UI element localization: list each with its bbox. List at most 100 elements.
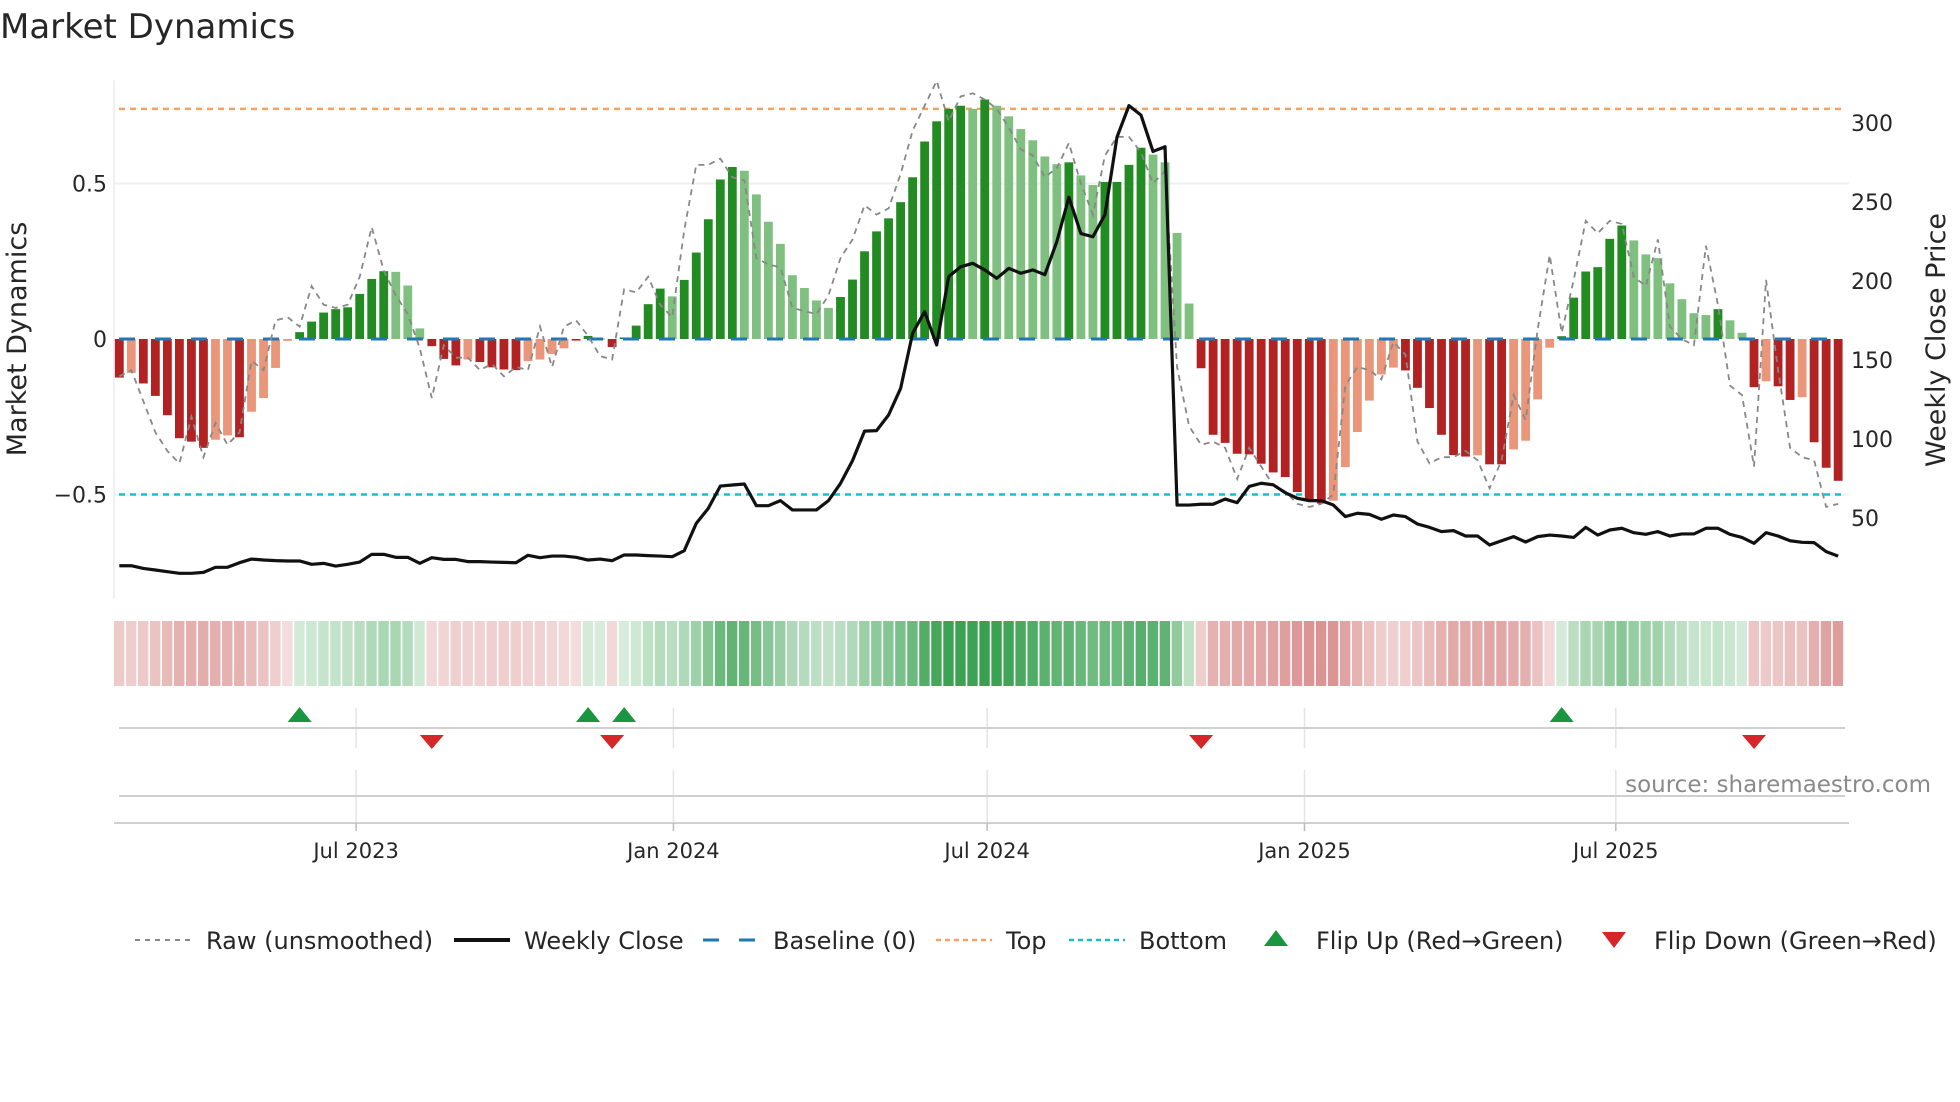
dynamics-bar <box>1352 339 1362 432</box>
dynamics-bar <box>379 271 389 339</box>
dynamics-bar <box>547 339 557 354</box>
dynamics-bar <box>1617 225 1627 339</box>
heat-strip-cell <box>546 621 558 686</box>
dynamics-bar <box>691 252 701 339</box>
y2-tick-label: 150 <box>1851 349 1893 374</box>
heat-strip-cell <box>438 621 449 686</box>
dynamics-bar <box>884 218 893 339</box>
heat-strip-cell <box>1339 621 1351 686</box>
heat-strip-cell <box>1460 621 1471 686</box>
heat-strip-cell <box>1388 621 1399 686</box>
heat-strip-cell <box>1111 621 1122 686</box>
dynamics-bar <box>932 121 942 339</box>
dynamics-bar <box>751 194 761 339</box>
heat-strip-cell <box>979 621 990 686</box>
dynamics-bar <box>968 108 978 339</box>
dynamics-bar <box>824 307 833 339</box>
dynamics-bar <box>511 339 521 371</box>
source-credit: source: sharemaestro.com <box>1625 772 1931 798</box>
heat-strip-cell <box>113 621 125 686</box>
dynamics-bar <box>1677 299 1687 339</box>
heat-strip-cell <box>1303 621 1315 686</box>
flip-down-marker <box>419 735 444 749</box>
dynamics-bar <box>114 339 124 378</box>
heat-strip-cell <box>161 621 173 686</box>
heat-strip-cell <box>943 621 954 686</box>
dynamics-bar <box>872 231 881 339</box>
heat-strip-cell <box>835 621 846 686</box>
legend-label: Flip Down (Green→Red) <box>1654 927 1937 955</box>
heat-strip-cell <box>919 621 930 686</box>
heat-strip-cell <box>1159 621 1171 686</box>
dynamics-bar <box>463 339 473 360</box>
dynamics-bar <box>223 339 232 436</box>
heat-strip-cell <box>823 621 834 686</box>
dynamics-bar <box>1449 339 1458 456</box>
heat-strip-cell <box>1796 621 1808 686</box>
heat-strip-cell <box>1628 621 1639 686</box>
dynamics-bar <box>499 339 509 370</box>
heat-strip-cell <box>149 621 161 686</box>
heat-strip-cell <box>246 621 257 686</box>
heat-strip-cell <box>967 621 978 686</box>
dynamics-bar <box>1437 339 1446 435</box>
dynamics-bar <box>848 279 857 339</box>
heat-strip-cell <box>1688 621 1699 686</box>
dynamics-bar <box>956 105 966 339</box>
heat-strip-cell <box>1724 621 1735 686</box>
heat-strip-cell <box>1376 621 1387 686</box>
flip-down-marker <box>1742 735 1767 749</box>
dynamics-bar <box>1689 313 1699 339</box>
dynamics-bar <box>571 339 581 341</box>
y2-tick-label: 50 <box>1851 507 1879 532</box>
dynamics-bar <box>739 170 749 339</box>
heat-strip-cell <box>582 621 594 686</box>
heat-strip-cell <box>1039 621 1050 686</box>
right-y-ticks: 300 250 200 150 100 50 <box>1851 112 1893 532</box>
heat-strip-cell <box>606 621 618 686</box>
heat-strip-cell <box>1123 621 1134 686</box>
y2-tick-label: 250 <box>1851 191 1893 216</box>
legend: Raw (unsmoothed) Weekly Close Baseline (0)… <box>135 927 1937 955</box>
heat-strip-cell <box>1291 621 1303 686</box>
heat-strip-cell <box>1604 621 1615 686</box>
dynamics-bar <box>367 278 377 339</box>
heat-strip-cell <box>462 621 473 686</box>
heat-strip-cell <box>1616 621 1627 686</box>
dynamics-bar <box>1797 339 1807 398</box>
dynamics-bar <box>944 108 954 339</box>
heat-strip-cell <box>991 621 1002 686</box>
y-tick-label: 0.5 <box>72 173 107 198</box>
heat-strip-cell <box>1832 621 1844 686</box>
bar-series <box>114 99 1843 504</box>
dynamics-bar <box>1016 129 1026 339</box>
dynamics-bar <box>1148 154 1158 339</box>
legend-label: Top <box>1005 927 1047 955</box>
heat-strip-cell <box>234 621 245 686</box>
dynamics-bar <box>1389 339 1398 368</box>
heat-strip-cell <box>1544 621 1555 686</box>
heat-strip-cell <box>1400 621 1411 686</box>
heat-strip-cell <box>762 621 774 686</box>
heat-strip-cell <box>294 621 305 686</box>
heat-strip-cell <box>859 621 870 686</box>
legend-label: Weekly Close <box>524 927 684 955</box>
dynamics-bar <box>1040 156 1050 339</box>
dynamics-bar <box>1641 254 1651 339</box>
heat-strip-cell <box>1243 621 1255 686</box>
heat-strip-cell <box>1736 621 1747 686</box>
dynamics-bar <box>1244 339 1254 455</box>
dynamics-bar <box>1328 339 1338 501</box>
heat-strip-cell <box>642 621 654 686</box>
dynamics-bar <box>1232 339 1242 454</box>
dynamics-bar <box>1593 267 1603 339</box>
y2-axis-label: Weekly Close Price <box>1921 213 1952 467</box>
dynamics-bar <box>1425 339 1434 409</box>
heat-strip-cell <box>1147 621 1159 686</box>
heat-strip-cell <box>1772 621 1784 686</box>
heat-strip-cell <box>1700 621 1711 686</box>
heat-strip-cell <box>1207 621 1219 686</box>
heat-strip-cell <box>426 621 437 686</box>
heat-strip-cell <box>1015 621 1026 686</box>
heat-strip-cell <box>931 621 942 686</box>
